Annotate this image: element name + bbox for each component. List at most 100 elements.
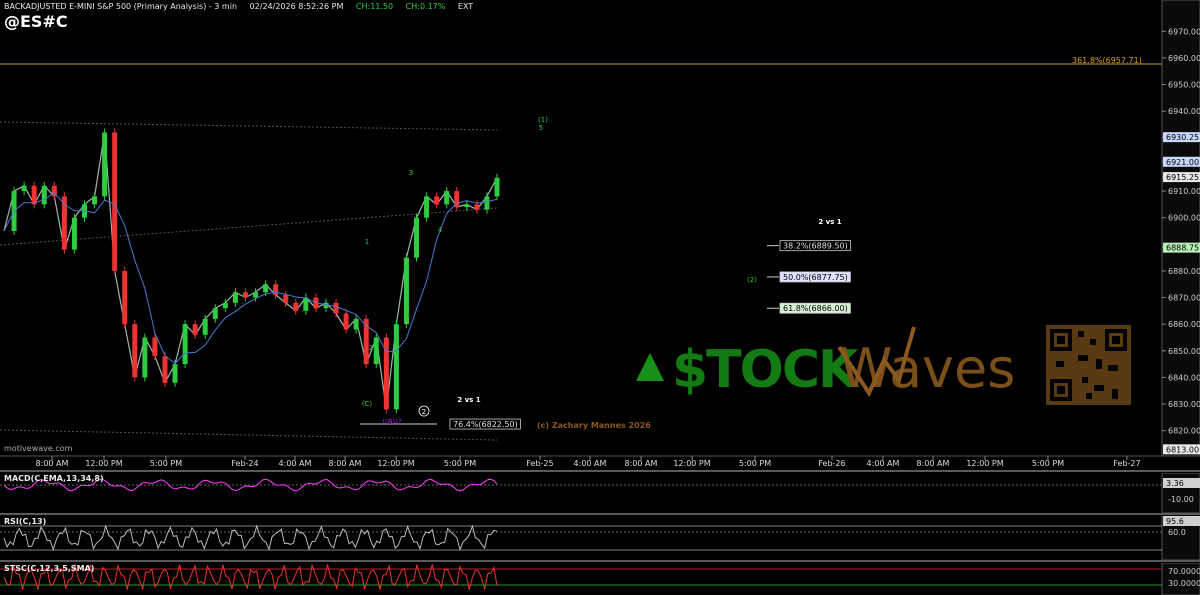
candle — [263, 284, 269, 293]
y-tick-label: 6950.00 — [1168, 81, 1200, 90]
indicator-tick: 70.0000 — [1168, 567, 1200, 576]
x-tick-label: Feb-27 — [1113, 459, 1140, 468]
indicator-tick: 60.0 — [1168, 528, 1186, 537]
candle — [222, 302, 228, 309]
candle — [444, 191, 450, 205]
candle — [242, 292, 248, 298]
candle — [424, 196, 430, 218]
price-badge-text: 6813.00 — [1166, 445, 1199, 454]
stoch-label: STSC(C,12,3,5,SMA) — [4, 564, 95, 573]
candle — [393, 324, 399, 410]
indicator-badge-text: 95.6 — [1166, 517, 1184, 526]
x-tick-label: 4:00 AM — [574, 459, 607, 468]
candle — [92, 196, 98, 205]
separator[interactable] — [0, 513, 1200, 515]
price-panel[interactable]: BACKADJUSTED E-MINI S&P 500 (Primary Ana… — [0, 0, 1200, 470]
stoch-panel[interactable]: 70.0000 30.0000 STSC(C,12,3,5,SMA) — [0, 563, 1200, 595]
brand-stock-text: $TOCK — [672, 340, 860, 400]
x-tick-label: Feb-25 — [526, 459, 553, 468]
price-badge-text: 6915.25 — [1166, 173, 1199, 182]
y-tick-label: 6820.00 — [1168, 427, 1200, 436]
wave-label: (C) — [362, 400, 373, 408]
candle — [122, 270, 128, 325]
x-tick-label: 5:00 PM — [150, 459, 182, 468]
candle — [343, 313, 349, 330]
y-tick-label: 6940.00 — [1168, 107, 1200, 116]
candle — [142, 337, 148, 378]
candle — [353, 318, 359, 330]
candle — [132, 324, 138, 378]
y-tick-label: 6910.00 — [1168, 187, 1200, 196]
fib-label: 38.2%(6889.50) — [783, 242, 848, 251]
wave-label: 4 — [438, 226, 443, 234]
candle — [484, 196, 490, 210]
rsi-chart: 60.0 95.6 — [0, 516, 1200, 560]
wave-label: ((B))? — [382, 418, 402, 426]
candle — [293, 302, 299, 311]
candle — [162, 356, 168, 383]
macd-panel[interactable]: -10.00 3.36 MACD(C,EMA,13,34,8) — [0, 473, 1200, 513]
x-tick-label: Feb-26 — [818, 459, 845, 468]
candle — [152, 337, 158, 357]
copyright: (c) Zachary Mannes 2026 — [537, 421, 651, 430]
x-tick-label: 12:00 PM — [966, 459, 1003, 468]
wave-label: 5 — [539, 124, 543, 132]
wave-label: (2) — [747, 276, 757, 284]
price-badge-text: 6888.75 — [1166, 244, 1199, 253]
x-tick-label: 8:00 AM — [329, 459, 362, 468]
y-tick-label: 6970.00 — [1168, 27, 1200, 36]
x-tick-label: Feb-24 — [231, 459, 258, 468]
candle — [41, 185, 47, 205]
candle — [303, 297, 309, 311]
candle — [112, 132, 118, 271]
candle — [414, 217, 420, 258]
indicator-tick: 30.0000 — [1168, 579, 1200, 588]
x-tick-label: 4:00 AM — [867, 459, 900, 468]
brand-logo: $TOCK Waves — [634, 325, 1189, 414]
fib-label: 76.4%(6822.50) — [453, 420, 518, 429]
candle — [232, 292, 238, 303]
candle — [192, 324, 198, 335]
fib-label: 50.0%(6877.75) — [783, 273, 848, 282]
x-tick-label: 5:00 PM — [739, 459, 771, 468]
wave-label: 3 — [409, 169, 413, 177]
wave-label: 2 — [369, 344, 373, 352]
rsi-panel[interactable]: 60.0 95.6 RSI(C,13) — [0, 516, 1200, 560]
qr-code-icon — [1046, 325, 1131, 405]
separator[interactable] — [0, 560, 1200, 562]
y-tick-label: 6870.00 — [1168, 294, 1200, 303]
y-tick-label: 6880.00 — [1168, 267, 1200, 276]
candle — [494, 177, 500, 197]
x-tick-label: 12:00 PM — [673, 459, 710, 468]
y-tick-label: 6900.00 — [1168, 214, 1200, 223]
price-badge-text: 6930.25 — [1166, 133, 1199, 142]
y-tick-label: 6960.00 — [1168, 54, 1200, 63]
fib-label: 361.8%(6957.71) — [1072, 56, 1142, 65]
brand-triangle-icon — [636, 353, 664, 381]
macd-chart: -10.00 3.36 — [0, 473, 1200, 513]
candle — [253, 292, 259, 298]
candle — [474, 204, 480, 210]
x-tick-label: 5:00 PM — [1032, 459, 1064, 468]
separator[interactable] — [0, 470, 1200, 472]
x-tick-label: 12:00 PM — [377, 459, 414, 468]
stoch-chart: 70.0000 30.0000 — [0, 563, 1200, 595]
candle — [283, 294, 289, 303]
wave-label: 1 — [365, 238, 369, 246]
x-tick-label: 12:00 PM — [85, 459, 122, 468]
wave-label: 2 — [422, 408, 426, 416]
candle — [202, 318, 208, 335]
indicator-line — [3, 524, 498, 552]
x-tick-label: 5:00 PM — [444, 459, 476, 468]
rsi-label: RSI(C,13) — [4, 517, 47, 526]
macd-label: MACD(C,EMA,13,34,8) — [4, 474, 104, 483]
x-tick-label: 8:00 AM — [917, 459, 950, 468]
fib-label: 61.8%(6866.00) — [783, 304, 848, 313]
watermark: motivewave.com — [4, 444, 73, 453]
channel-line — [0, 121, 498, 131]
candle — [172, 364, 178, 383]
brand-mark: $TOCK Waves — [636, 325, 1131, 405]
candle — [212, 308, 218, 319]
indicator-tick: -10.00 — [1168, 495, 1194, 504]
candle — [373, 337, 379, 365]
